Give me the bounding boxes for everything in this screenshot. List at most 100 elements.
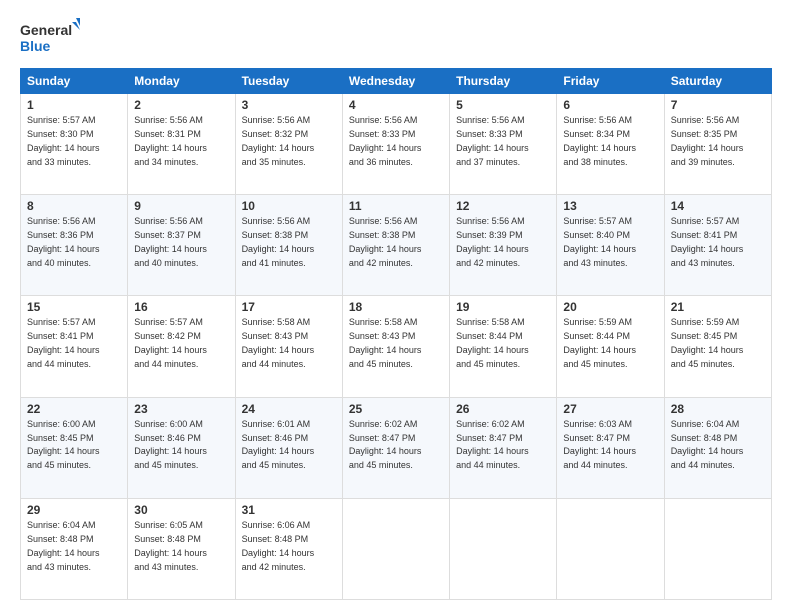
col-header-sunday: Sunday (21, 69, 128, 94)
day-number: 17 (242, 300, 336, 314)
calendar-cell: 31 Sunrise: 6:06 AMSunset: 8:48 PMDayligh… (235, 498, 342, 599)
calendar-cell: 4 Sunrise: 5:56 AMSunset: 8:33 PMDaylight… (342, 94, 449, 195)
col-header-tuesday: Tuesday (235, 69, 342, 94)
day-info: Sunrise: 5:57 AMSunset: 8:41 PMDaylight:… (27, 317, 100, 369)
calendar-cell: 10 Sunrise: 5:56 AMSunset: 8:38 PMDayligh… (235, 195, 342, 296)
day-info: Sunrise: 5:56 AMSunset: 8:33 PMDaylight:… (456, 115, 529, 167)
day-info: Sunrise: 5:56 AMSunset: 8:33 PMDaylight:… (349, 115, 422, 167)
day-number: 15 (27, 300, 121, 314)
day-number: 7 (671, 98, 765, 112)
calendar-cell: 23 Sunrise: 6:00 AMSunset: 8:46 PMDayligh… (128, 397, 235, 498)
calendar-cell: 3 Sunrise: 5:56 AMSunset: 8:32 PMDaylight… (235, 94, 342, 195)
calendar-cell: 7 Sunrise: 5:56 AMSunset: 8:35 PMDaylight… (664, 94, 771, 195)
day-number: 13 (563, 199, 657, 213)
logo-svg: General Blue (20, 18, 80, 58)
page: General Blue SundayMondayTuesdayWednesda… (0, 0, 792, 612)
col-header-wednesday: Wednesday (342, 69, 449, 94)
day-number: 10 (242, 199, 336, 213)
calendar-cell: 27Sunrise: 6:03 AMSunset: 8:47 PMDayligh… (557, 397, 664, 498)
col-header-monday: Monday (128, 69, 235, 94)
day-number: 27 (563, 402, 657, 416)
day-number: 30 (134, 503, 228, 517)
day-number: 9 (134, 199, 228, 213)
top-section: General Blue (20, 18, 772, 58)
day-number: 3 (242, 98, 336, 112)
calendar-cell: 21Sunrise: 5:59 AMSunset: 8:45 PMDayligh… (664, 296, 771, 397)
day-number: 26 (456, 402, 550, 416)
calendar-cell: 19 Sunrise: 5:58 AMSunset: 8:44 PMDayligh… (450, 296, 557, 397)
day-number: 20 (563, 300, 657, 314)
calendar-cell: 5 Sunrise: 5:56 AMSunset: 8:33 PMDaylight… (450, 94, 557, 195)
day-number: 6 (563, 98, 657, 112)
day-info: Sunrise: 6:04 AMSunset: 8:48 PMDaylight:… (27, 520, 100, 572)
day-info: Sunrise: 5:56 AMSunset: 8:31 PMDaylight:… (134, 115, 207, 167)
day-info: Sunrise: 6:01 AMSunset: 8:46 PMDaylight:… (242, 419, 315, 471)
calendar-cell: 9 Sunrise: 5:56 AMSunset: 8:37 PMDaylight… (128, 195, 235, 296)
day-number: 1 (27, 98, 121, 112)
day-info: Sunrise: 5:57 AMSunset: 8:30 PMDaylight:… (27, 115, 100, 167)
day-info: Sunrise: 6:02 AMSunset: 8:47 PMDaylight:… (349, 419, 422, 471)
calendar-cell: 15 Sunrise: 5:57 AMSunset: 8:41 PMDayligh… (21, 296, 128, 397)
day-number: 18 (349, 300, 443, 314)
day-number: 4 (349, 98, 443, 112)
day-info: Sunrise: 5:57 AMSunset: 8:40 PMDaylight:… (563, 216, 636, 268)
day-number: 28 (671, 402, 765, 416)
day-info: Sunrise: 5:56 AMSunset: 8:39 PMDaylight:… (456, 216, 529, 268)
calendar-cell (557, 498, 664, 599)
day-info: Sunrise: 5:56 AMSunset: 8:32 PMDaylight:… (242, 115, 315, 167)
calendar-cell (450, 498, 557, 599)
day-info: Sunrise: 6:02 AMSunset: 8:47 PMDaylight:… (456, 419, 529, 471)
day-info: Sunrise: 5:56 AMSunset: 8:37 PMDaylight:… (134, 216, 207, 268)
day-info: Sunrise: 5:58 AMSunset: 8:43 PMDaylight:… (242, 317, 315, 369)
day-info: Sunrise: 5:58 AMSunset: 8:44 PMDaylight:… (456, 317, 529, 369)
calendar-cell: 20 Sunrise: 5:59 AMSunset: 8:44 PMDayligh… (557, 296, 664, 397)
calendar-cell: 18 Sunrise: 5:58 AMSunset: 8:43 PMDayligh… (342, 296, 449, 397)
calendar-cell: 11 Sunrise: 5:56 AMSunset: 8:38 PMDayligh… (342, 195, 449, 296)
day-number: 19 (456, 300, 550, 314)
day-number: 12 (456, 199, 550, 213)
day-info: Sunrise: 5:56 AMSunset: 8:35 PMDaylight:… (671, 115, 744, 167)
day-number: 21 (671, 300, 765, 314)
day-info: Sunrise: 5:56 AMSunset: 8:38 PMDaylight:… (349, 216, 422, 268)
day-number: 8 (27, 199, 121, 213)
col-header-saturday: Saturday (664, 69, 771, 94)
calendar-cell: 12 Sunrise: 5:56 AMSunset: 8:39 PMDayligh… (450, 195, 557, 296)
day-number: 16 (134, 300, 228, 314)
day-number: 22 (27, 402, 121, 416)
day-number: 25 (349, 402, 443, 416)
day-number: 29 (27, 503, 121, 517)
calendar-cell: 29 Sunrise: 6:04 AMSunset: 8:48 PMDayligh… (21, 498, 128, 599)
calendar-cell: 6Sunrise: 5:56 AMSunset: 8:34 PMDaylight… (557, 94, 664, 195)
day-number: 11 (349, 199, 443, 213)
calendar-cell: 30 Sunrise: 6:05 AMSunset: 8:48 PMDayligh… (128, 498, 235, 599)
calendar-table: SundayMondayTuesdayWednesdayThursdayFrid… (20, 68, 772, 600)
calendar-cell: 22 Sunrise: 6:00 AMSunset: 8:45 PMDayligh… (21, 397, 128, 498)
calendar-cell: 1 Sunrise: 5:57 AMSunset: 8:30 PMDaylight… (21, 94, 128, 195)
calendar-cell (342, 498, 449, 599)
day-info: Sunrise: 6:00 AMSunset: 8:46 PMDaylight:… (134, 419, 207, 471)
svg-text:Blue: Blue (20, 38, 51, 54)
calendar-cell: 28 Sunrise: 6:04 AMSunset: 8:48 PMDayligh… (664, 397, 771, 498)
day-info: Sunrise: 6:06 AMSunset: 8:48 PMDaylight:… (242, 520, 315, 572)
calendar-cell: 13 Sunrise: 5:57 AMSunset: 8:40 PMDayligh… (557, 195, 664, 296)
day-info: Sunrise: 5:58 AMSunset: 8:43 PMDaylight:… (349, 317, 422, 369)
day-number: 14 (671, 199, 765, 213)
day-number: 24 (242, 402, 336, 416)
day-info: Sunrise: 6:00 AMSunset: 8:45 PMDaylight:… (27, 419, 100, 471)
day-info: Sunrise: 5:59 AMSunset: 8:44 PMDaylight:… (563, 317, 636, 369)
day-number: 23 (134, 402, 228, 416)
calendar-cell: 8Sunrise: 5:56 AMSunset: 8:36 PMDaylight… (21, 195, 128, 296)
col-header-friday: Friday (557, 69, 664, 94)
day-number: 2 (134, 98, 228, 112)
col-header-thursday: Thursday (450, 69, 557, 94)
day-info: Sunrise: 6:04 AMSunset: 8:48 PMDaylight:… (671, 419, 744, 471)
day-number: 5 (456, 98, 550, 112)
day-info: Sunrise: 5:57 AMSunset: 8:41 PMDaylight:… (671, 216, 744, 268)
calendar-cell: 24 Sunrise: 6:01 AMSunset: 8:46 PMDayligh… (235, 397, 342, 498)
logo: General Blue (20, 18, 80, 58)
day-info: Sunrise: 5:57 AMSunset: 8:42 PMDaylight:… (134, 317, 207, 369)
day-number: 31 (242, 503, 336, 517)
day-info: Sunrise: 6:05 AMSunset: 8:48 PMDaylight:… (134, 520, 207, 572)
day-info: Sunrise: 5:56 AMSunset: 8:38 PMDaylight:… (242, 216, 315, 268)
calendar-cell: 26 Sunrise: 6:02 AMSunset: 8:47 PMDayligh… (450, 397, 557, 498)
